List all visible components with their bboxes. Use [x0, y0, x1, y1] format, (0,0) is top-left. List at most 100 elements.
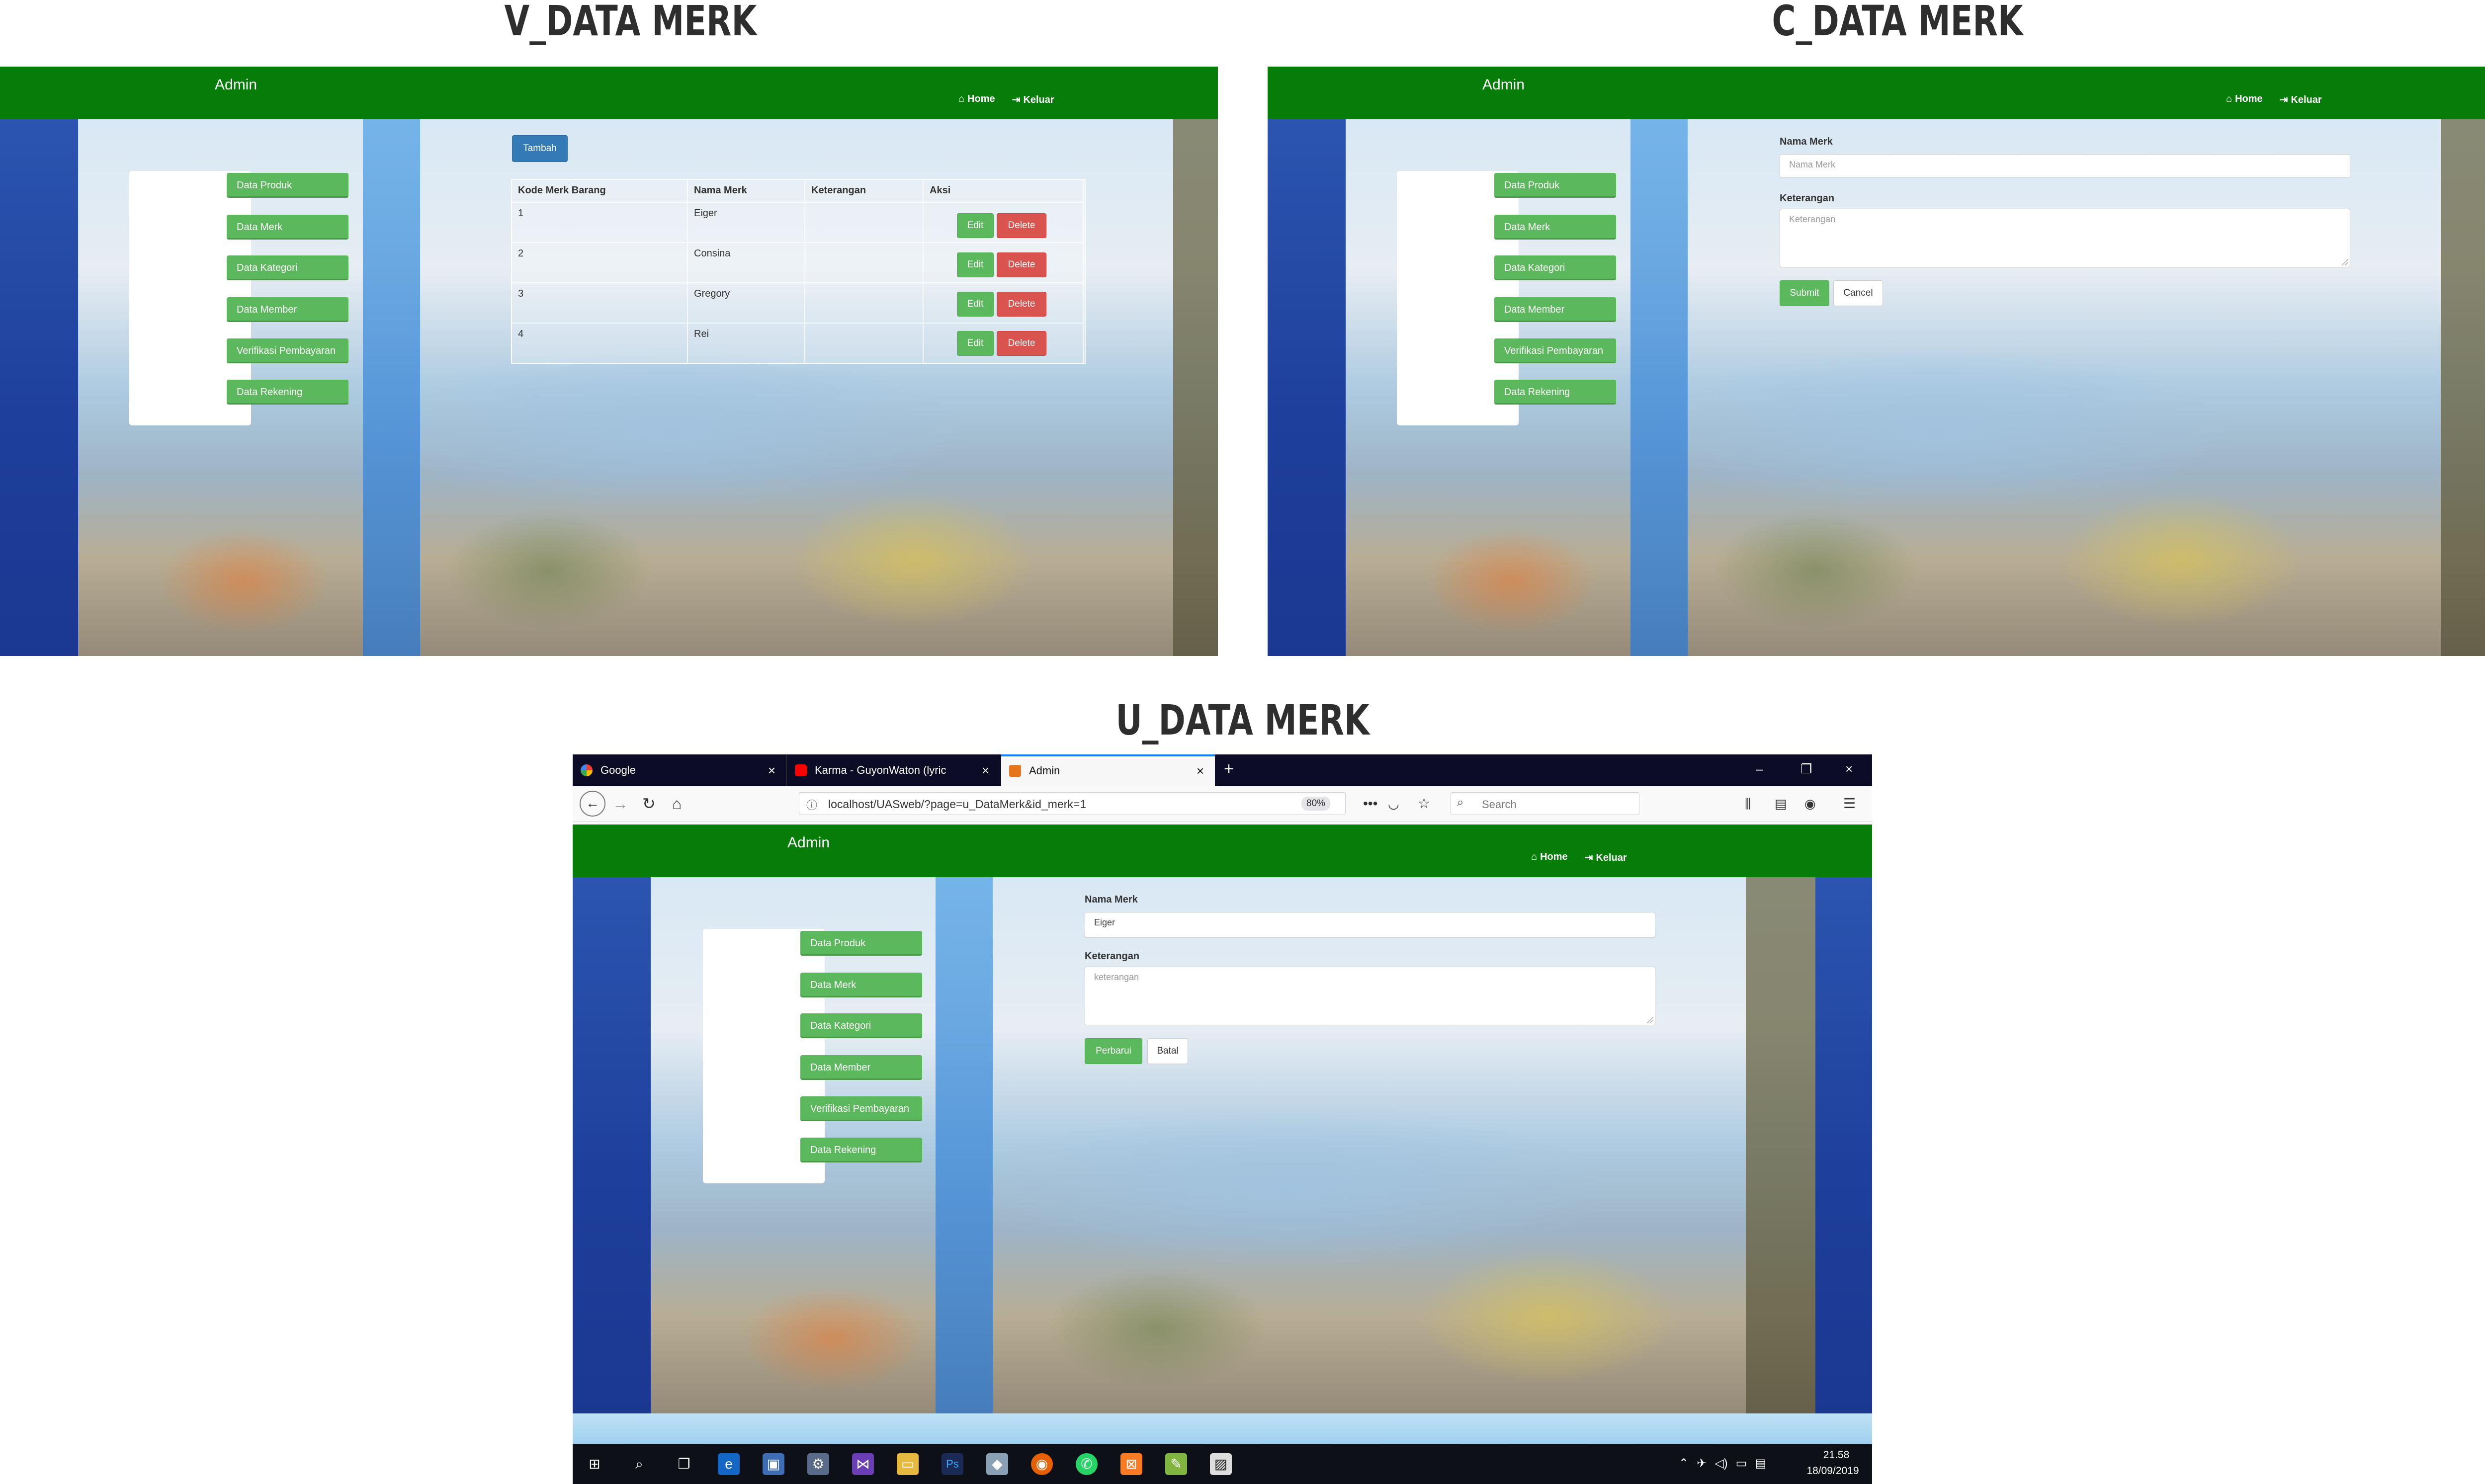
xampp-icon[interactable]: ⊠ — [1120, 1453, 1142, 1475]
batal-button[interactable]: Batal — [1147, 1038, 1188, 1064]
edit-button[interactable]: Edit — [957, 331, 994, 356]
edit-button[interactable]: Edit — [957, 213, 994, 238]
network-icon[interactable]: ✈ — [1697, 1456, 1707, 1471]
panel-v-data-merk: Admin ⌂ Home ⇥ Keluar Data Produk Data Mer… — [0, 67, 1218, 656]
file-explorer-icon[interactable]: ▭ — [897, 1453, 919, 1475]
tab-karma[interactable]: Karma - GuyonWaton (lyric × — [786, 754, 1000, 786]
back-icon[interactable]: ← — [580, 791, 605, 817]
nama-merk-input[interactable]: Eiger — [1085, 912, 1655, 938]
nav-keluar-link[interactable]: ⇥ Keluar — [2280, 93, 2322, 106]
whatsapp-icon[interactable]: ✆ — [1076, 1453, 1098, 1475]
keterangan-textarea[interactable]: Keterangan — [1780, 209, 2350, 267]
nama-merk-input[interactable]: Nama Merk — [1780, 154, 2350, 178]
close-window-button[interactable]: × — [1845, 754, 1853, 783]
sidebar-item-verifikasi-pembayaran[interactable]: Verifikasi Pembayaran — [800, 1096, 922, 1121]
pocket-icon[interactable]: ◡ — [1388, 791, 1399, 816]
clock-date[interactable]: 18/09/2019 — [1800, 1465, 1865, 1477]
nav-keluar-link[interactable]: ⇥ Keluar — [1012, 93, 1054, 106]
sidebar-item-data-rekening[interactable]: Data Rekening — [1494, 380, 1616, 405]
info-icon[interactable]: ⓘ — [806, 797, 817, 813]
nama-merk-label: Nama Merk — [1085, 894, 1138, 905]
notepad-icon[interactable]: ✎ — [1165, 1453, 1187, 1475]
sidebar-item-data-kategori[interactable]: Data Kategori — [800, 1013, 922, 1038]
delete-button[interactable]: Delete — [997, 252, 1046, 277]
nav-keluar-link[interactable]: ⇥ Keluar — [1585, 851, 1627, 864]
chevron-up-icon[interactable]: ⌃ — [1679, 1456, 1689, 1471]
network-app-icon[interactable]: ⚙ — [807, 1453, 829, 1475]
close-tab-icon[interactable]: × — [982, 754, 989, 786]
submit-button[interactable]: Submit — [1780, 280, 1829, 306]
app-icon[interactable]: ◆ — [986, 1453, 1008, 1475]
url-bar[interactable]: ⓘ localhost/UASweb/?page=u_DataMerk&id_m… — [799, 792, 1346, 815]
sidebar-item-data-produk[interactable]: Data Produk — [1494, 173, 1616, 198]
restore-button[interactable]: ❐ — [1800, 754, 1812, 783]
tab-google[interactable]: Google × — [573, 754, 786, 786]
minimize-button[interactable]: – — [1756, 754, 1763, 783]
visual-studio-icon[interactable]: ⋈ — [852, 1453, 874, 1475]
app-icon[interactable]: ▣ — [763, 1453, 784, 1475]
resize-handle-icon[interactable] — [1646, 1016, 1653, 1023]
edit-button[interactable]: Edit — [957, 292, 994, 317]
sidebar-icon[interactable]: ▤ — [1775, 791, 1787, 816]
sidebar-item-data-member[interactable]: Data Member — [1494, 297, 1616, 322]
firefox-icon[interactable]: ◉ — [1031, 1453, 1053, 1475]
sidebar-item-data-kategori[interactable]: Data Kategori — [227, 255, 348, 280]
close-tab-icon[interactable]: × — [768, 754, 775, 786]
clock-time[interactable]: 21.58 — [1816, 1449, 1856, 1461]
volume-icon[interactable]: ◁) — [1714, 1456, 1727, 1471]
sidebar-item-data-produk[interactable]: Data Produk — [227, 173, 348, 198]
account-icon[interactable]: ◉ — [1804, 791, 1816, 816]
sidebar-item-data-merk[interactable]: Data Merk — [227, 215, 348, 240]
close-tab-icon[interactable]: × — [1197, 756, 1204, 785]
cancel-button[interactable]: Cancel — [1833, 280, 1883, 306]
perbarui-button[interactable]: Perbarui — [1085, 1038, 1142, 1064]
more-actions-icon[interactable]: ••• — [1363, 791, 1377, 816]
delete-button[interactable]: Delete — [997, 213, 1046, 238]
notification-icon[interactable]: ▤ — [1755, 1456, 1766, 1471]
nama-merk-label: Nama Merk — [1780, 136, 1833, 147]
sidebar-item-data-member[interactable]: Data Member — [227, 297, 348, 322]
zoom-indicator[interactable]: 80% — [1301, 797, 1331, 811]
bg-stripe-left — [0, 119, 78, 656]
sidebar-item-data-rekening[interactable]: Data Rekening — [800, 1138, 922, 1162]
edge-icon[interactable]: e — [718, 1453, 740, 1475]
task-view-icon[interactable]: ❐ — [673, 1453, 695, 1475]
new-tab-button[interactable]: + — [1224, 754, 1234, 783]
resize-handle-icon[interactable] — [2341, 258, 2348, 265]
navbar-brand[interactable]: Admin — [215, 77, 257, 93]
nav-home-link[interactable]: ⌂ Home — [2226, 93, 2263, 106]
sign-out-icon: ⇥ — [2279, 94, 2288, 105]
library-icon[interactable]: ⫼ — [1745, 791, 1751, 816]
sidebar-item-data-kategori[interactable]: Data Kategori — [1494, 255, 1616, 280]
tambah-button[interactable]: Tambah — [512, 135, 568, 162]
photos-icon[interactable]: ▨ — [1210, 1453, 1232, 1475]
tab-admin[interactable]: Admin × — [1001, 754, 1215, 786]
forward-icon[interactable]: → — [612, 791, 628, 816]
navbar-brand[interactable]: Admin — [1482, 77, 1525, 93]
reload-icon[interactable]: ↻ — [642, 791, 656, 816]
home-icon[interactable]: ⌂ — [672, 791, 682, 816]
sidebar-item-data-merk[interactable]: Data Merk — [1494, 215, 1616, 240]
search-icon[interactable]: ⌕ — [628, 1453, 650, 1475]
nav-home-link[interactable]: ⌂ Home — [958, 93, 995, 106]
delete-button[interactable]: Delete — [997, 331, 1046, 356]
sidebar-item-data-member[interactable]: Data Member — [800, 1055, 922, 1080]
nav-home-link[interactable]: ⌂ Home — [1531, 851, 1568, 864]
menu-icon[interactable]: ☰ — [1843, 791, 1856, 816]
bookmark-star-icon[interactable]: ☆ — [1418, 791, 1430, 816]
col-nama-merk: Nama Merk — [687, 179, 805, 203]
sidebar-item-data-merk[interactable]: Data Merk — [800, 973, 922, 997]
sidebar-item-verifikasi-pembayaran[interactable]: Verifikasi Pembayaran — [1494, 338, 1616, 363]
windows-taskbar: ⊞ ⌕ ❐ e ▣ ⚙ ⋈ ▭ Ps ◆ ◉ ✆ ⊠ ✎ ▨ ⌃ ✈ ◁) ▭ … — [573, 1444, 1872, 1484]
keterangan-textarea[interactable]: keterangan — [1085, 967, 1655, 1025]
photoshop-icon[interactable]: Ps — [942, 1453, 963, 1475]
search-bar[interactable]: ⌕ Search — [1451, 792, 1639, 815]
edit-button[interactable]: Edit — [957, 252, 994, 277]
navbar-brand[interactable]: Admin — [787, 834, 830, 851]
delete-button[interactable]: Delete — [997, 292, 1046, 317]
windows-start-icon[interactable]: ⊞ — [584, 1453, 605, 1475]
sidebar-item-data-rekening[interactable]: Data Rekening — [227, 380, 348, 405]
sidebar-item-verifikasi-pembayaran[interactable]: Verifikasi Pembayaran — [227, 338, 348, 363]
battery-icon[interactable]: ▭ — [1736, 1456, 1747, 1471]
sidebar-item-data-produk[interactable]: Data Produk — [800, 931, 922, 956]
